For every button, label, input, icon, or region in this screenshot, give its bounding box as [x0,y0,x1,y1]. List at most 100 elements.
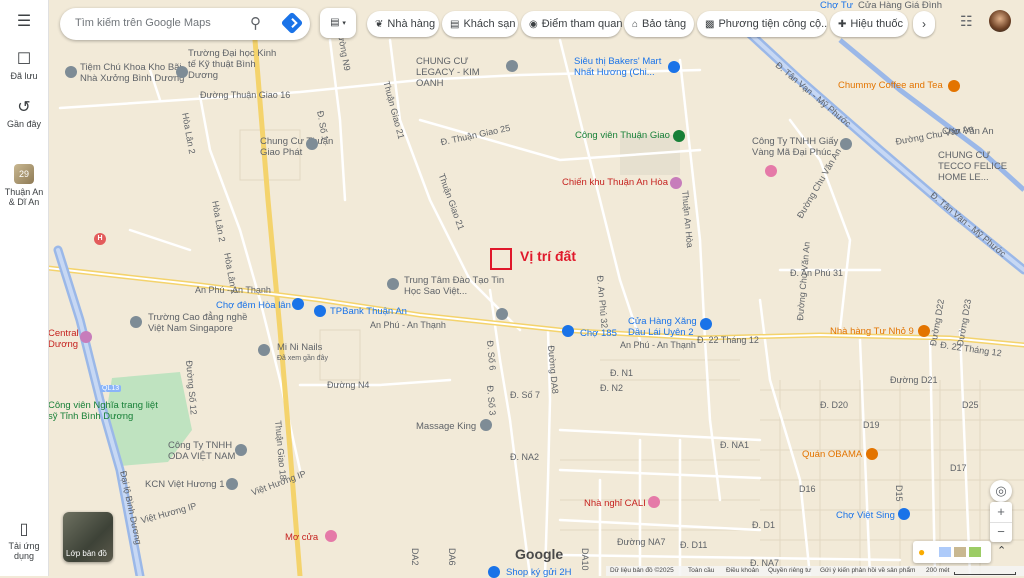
chip-hotels[interactable]: ▤ Khách sạn [442,11,518,37]
poi-pin[interactable] [765,165,777,177]
poi-pin[interactable] [387,278,399,290]
poi-label[interactable]: CHUNG CƯ TECCO FELICE HOME LE... [938,150,1024,183]
bank-pin-icon[interactable] [314,305,326,317]
poi-label[interactable]: Chung Cư Thuận Giao Phát [260,136,340,158]
imagery-thumb[interactable] [969,547,981,557]
shopping-pin-icon[interactable] [668,61,680,73]
chip-attractions[interactable]: ◉ Điểm tham quan [521,11,622,37]
my-location-button[interactable]: ◎ [990,480,1012,502]
directions-icon[interactable] [280,11,304,35]
gas-pin-icon[interactable] [700,318,712,330]
imagery-thumb[interactable] [939,547,951,557]
poi-label[interactable]: Tiệm Chú Khoa Kho Bãi, Nhà Xưởng Bình Dư… [80,62,190,84]
restaurant-pin-icon[interactable] [918,325,930,337]
menu-button[interactable]: ☰ [0,14,48,33]
poi-label[interactable]: Chợ Văn An [942,126,994,137]
terms-link[interactable]: Điều khoản [726,567,759,574]
land-location-marker[interactable] [490,248,512,270]
poi-label[interactable]: Cửa Hàng Giá Đình [858,0,942,11]
shopping-pin-icon[interactable] [80,331,92,343]
school-pin-icon[interactable] [130,316,142,328]
avatar[interactable] [989,10,1011,32]
expand-icon[interactable]: ⌃ [997,544,1006,557]
pegman-icon[interactable]: ● [918,545,925,559]
imagery-thumb[interactable] [954,547,966,557]
poi-label[interactable]: Công Ty TNHH Giấy Vàng Mã Đại Phúc [752,136,842,158]
poi-pin[interactable] [506,60,518,72]
layers-toggle[interactable]: Lớp bản đồ [63,512,113,562]
search-icon[interactable]: ⚲ [250,14,268,32]
poi-label[interactable]: Trung Tâm Đào Tạo Tin Học Sao Việt... [404,275,514,297]
chip-restaurants[interactable]: ❦ Nhà hàng [367,11,439,37]
poi-pin[interactable] [258,344,270,356]
poi-label[interactable]: Công viên Thuận Giao [575,130,670,141]
transit-filter-button[interactable]: ▤ ▾ [320,8,356,38]
chip-museums[interactable]: ⌂ Bảo tàng [624,11,694,37]
cafe-pin-icon[interactable] [948,80,960,92]
museum-icon: ⌂ [632,19,639,30]
feedback-link[interactable]: Gửi ý kiến phản hồi về sản phẩm [820,567,915,574]
poi-label[interactable]: KCN Việt Hương 1 [145,479,224,490]
chip-transit[interactable]: ▩ Phương tiện công cộ... [697,11,827,37]
poi-pin[interactable] [235,444,247,456]
saved-button[interactable]: ☐ Đã lưu [0,52,48,82]
zoom-in-button[interactable]: + [990,502,1012,522]
shopping-pin-icon[interactable] [488,566,500,578]
poi-label[interactable]: Chợ 185 [580,328,617,339]
chip-pharmacy[interactable]: ✚ Hiệu thuốc [830,11,908,37]
poi-label[interactable]: CHUNG CƯ LEGACY - KIM OANH [416,56,506,89]
poi-label[interactable]: Nhà nghỉ CALI [584,498,646,509]
chips-next-button[interactable]: › [913,11,935,37]
poi-label[interactable]: Siêu thị Bakers' Mart Nhất Hương (Chi... [574,56,674,78]
search-box[interactable]: Tìm kiếm trên Google Maps ⚲ [60,8,310,40]
poi-pin[interactable] [176,66,188,78]
poi-pin[interactable] [840,138,852,150]
market-pin-icon[interactable] [562,325,574,337]
poi-label[interactable]: Mơ cửa [285,532,318,543]
poi-pin[interactable] [306,138,318,150]
poi-pin[interactable] [496,308,508,320]
poi-label[interactable]: Shop ký gửi 2H [506,567,572,578]
poi-label[interactable]: TPBank Thuận An [330,306,407,317]
poi-label[interactable]: Trường Cao đẳng nghề Việt Nam Singapore [148,312,258,334]
poi-label[interactable]: Trường Đại học Kinh tế Kỹ thuật Bình Dươ… [188,48,278,81]
apps-grid-icon[interactable]: ☷ [960,13,976,29]
poi-label[interactable]: Công viên Nghĩa trang liệt sỹ Tỉnh Bình … [48,400,158,422]
market-pin-icon[interactable] [898,508,910,520]
road-label: Đ. An Phú 31 [790,268,844,278]
poi-pin[interactable] [325,530,337,542]
poi-pin[interactable] [480,419,492,431]
restaurant-pin-icon[interactable] [866,448,878,460]
privacy-link[interactable]: Quyền riêng tư [768,567,811,574]
road-label: An Phú - An Thạnh [370,320,446,330]
map-footer: Dữ liệu bản đồ ©2025 Toàn cầu Điều khoản… [606,566,1024,576]
recent-place[interactable]: 29 Thuận An & Dĩ An [0,164,48,207]
poi-label[interactable]: Chợ Việt Sing [836,510,895,521]
search-input[interactable]: Tìm kiếm trên Google Maps [75,17,211,29]
shopping-pin-icon[interactable] [292,298,304,310]
poi-pin[interactable] [226,478,238,490]
poi-label[interactable]: Chiến khu Thuận An Hòa [562,177,668,188]
chevron-down-icon: ▾ [342,20,346,27]
hospital-pin-icon[interactable]: H [94,233,106,245]
get-app-button[interactable]: ▯ Tải ứng dụng [0,522,48,562]
poi-label[interactable]: Nhà hàng Tư Nhỏ 9 [830,326,914,337]
world-link[interactable]: Toàn cầu [688,567,714,574]
zoom-out-button[interactable]: − [990,522,1012,543]
poi-label[interactable]: Chummy Coffee and Tea [838,80,943,91]
landmark-pin-icon[interactable] [670,177,682,189]
street-view-controls[interactable]: ● ⌃ [913,541,1006,563]
poi-label[interactable]: Chợ Tư [820,0,853,11]
poi-label[interactable]: Massage King [416,421,476,432]
poi-label[interactable]: Công Ty TNHH ODA VIỆT NAM [168,440,238,462]
road-label: Đ. N1 [610,368,634,378]
poi-pin[interactable] [65,66,77,78]
hotel-pin-icon[interactable] [648,496,660,508]
park-pin-icon[interactable] [673,130,685,142]
poi-label[interactable]: Cửa Hàng Xăng Dầu Lái Uyên 2 [628,316,708,338]
poi-label[interactable]: Mi Ni Nails [277,342,322,353]
recent-button[interactable]: ↺ Gần đây [0,100,48,130]
poi-label[interactable]: Quán OBAMA [802,449,862,460]
scale-label[interactable]: 200 mét [926,567,950,574]
poi-label[interactable]: Chợ đêm Hòa lân [216,300,291,311]
